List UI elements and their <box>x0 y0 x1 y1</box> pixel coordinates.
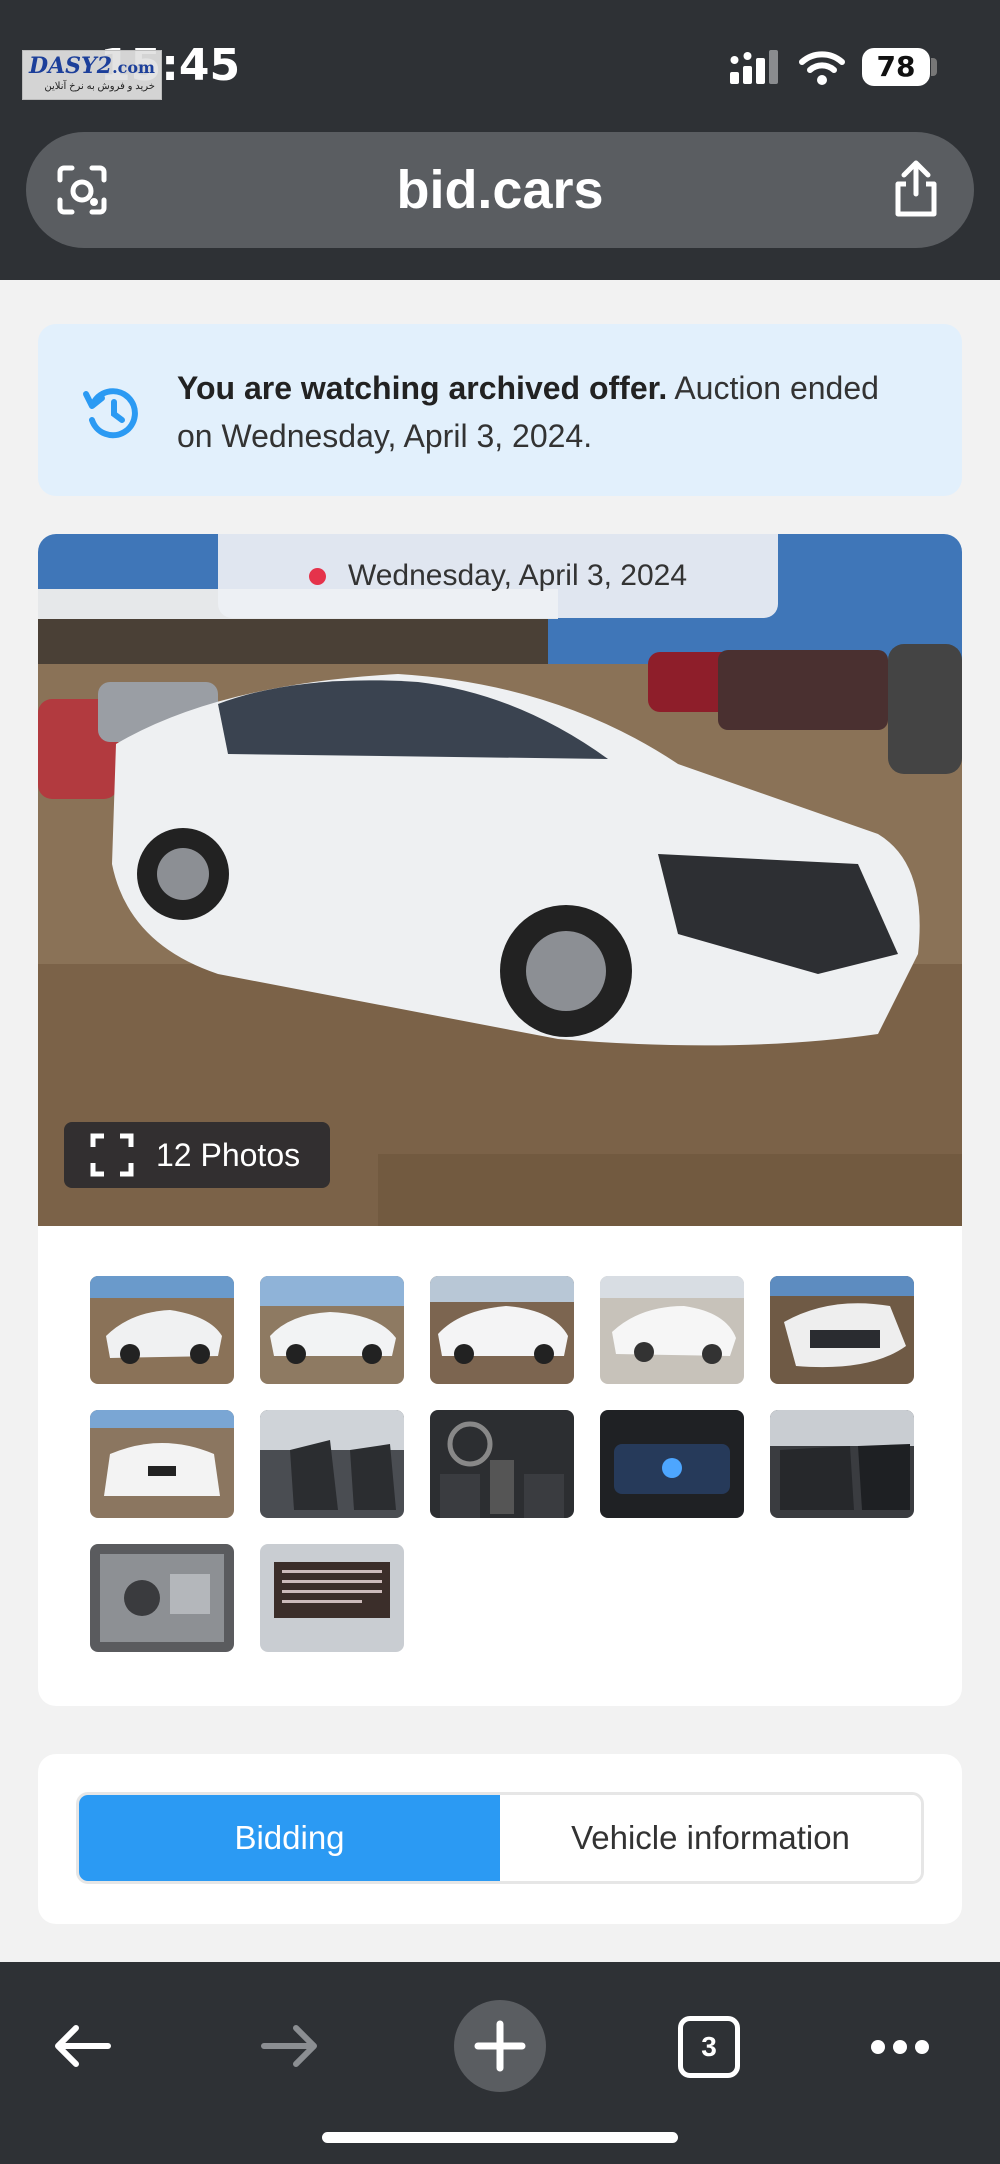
thumbnail-12[interactable] <box>260 1544 404 1652</box>
auction-date-pill: Wednesday, April 3, 2024 <box>218 534 778 618</box>
thumbnail-2[interactable] <box>260 1276 404 1384</box>
fullscreen-icon <box>90 1133 134 1177</box>
new-tab-button[interactable] <box>454 2000 546 2092</box>
browser-top-chrome: 15:45 DASY2.com خرید و فروش به نرخ آنلای… <box>0 0 1000 280</box>
notice-text: You are watching archived offer. Auction… <box>177 364 897 460</box>
tab-bidding[interactable]: Bidding <box>79 1795 500 1881</box>
thumbnail-8[interactable] <box>430 1410 574 1518</box>
thumbnail-6[interactable] <box>90 1410 234 1518</box>
address-bar[interactable]: bid.cars <box>26 132 974 248</box>
cellular-signal-icon <box>730 50 778 84</box>
home-indicator <box>322 2132 678 2143</box>
share-icon[interactable] <box>886 158 946 220</box>
photos-count-button[interactable]: 12 Photos <box>64 1122 330 1188</box>
thumbnail-1[interactable] <box>90 1276 234 1384</box>
url-domain[interactable]: bid.cars <box>26 162 974 218</box>
wifi-icon <box>799 51 845 85</box>
thumbnail-3[interactable] <box>430 1276 574 1384</box>
watermark-tagline: خرید و فروش به نرخ آنلاین <box>44 81 155 92</box>
battery-indicator: 78 <box>862 48 930 86</box>
section-tabs: Bidding Vehicle information <box>76 1792 924 1884</box>
auction-date-text: Wednesday, April 3, 2024 <box>347 559 688 592</box>
thumbnail-11[interactable] <box>90 1544 234 1652</box>
plus-icon <box>474 2020 526 2072</box>
forward-arrow-icon[interactable] <box>258 2022 322 2070</box>
battery-nub <box>931 58 937 76</box>
thumbnail-7[interactable] <box>260 1410 404 1518</box>
tab-switcher-button[interactable]: 3 <box>678 2016 740 2078</box>
watermark-logo-text: DASY2.com <box>29 53 155 79</box>
page-content: You are watching archived offer. Auction… <box>0 280 1000 1962</box>
archived-offer-notice: You are watching archived offer. Auction… <box>38 324 962 496</box>
thumbnail-10[interactable] <box>770 1410 914 1518</box>
watermark-logo: DASY2.com خرید و فروش به نرخ آنلاین <box>22 50 162 100</box>
tabs-card: Bidding Vehicle information <box>38 1754 962 1924</box>
thumbnail-4[interactable] <box>600 1276 744 1384</box>
thumbnail-9[interactable] <box>600 1410 744 1518</box>
browser-toolbar: 3 <box>0 1962 1000 2164</box>
back-arrow-icon[interactable] <box>50 2022 114 2070</box>
more-options-icon[interactable] <box>868 2036 932 2058</box>
history-icon <box>83 388 138 439</box>
notice-bold: You are watching archived offer. <box>177 370 668 406</box>
thumbnail-5[interactable] <box>770 1276 914 1384</box>
gallery-card: Wednesday, April 3, 2024 12 Photos <box>38 534 962 1706</box>
live-dot-icon <box>308 567 326 585</box>
tab-vehicle-information[interactable]: Vehicle information <box>500 1795 921 1881</box>
photos-count-label: 12 Photos <box>156 1136 301 1173</box>
